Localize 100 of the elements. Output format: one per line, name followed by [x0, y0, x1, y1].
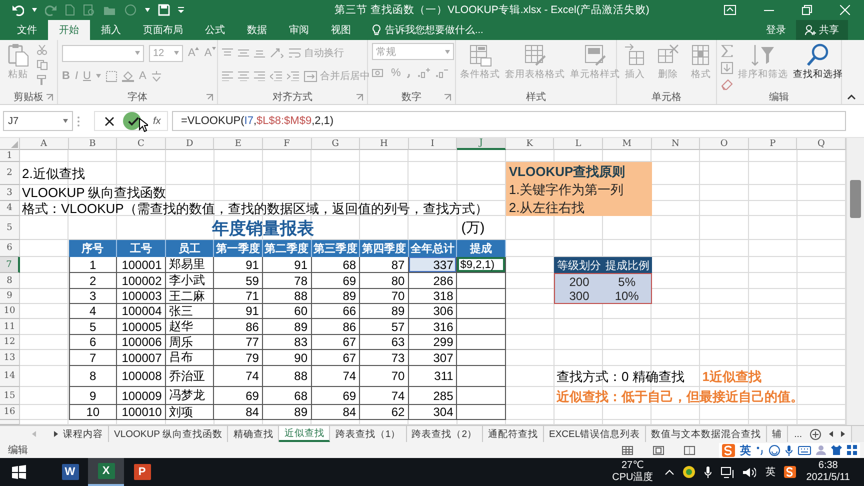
ribbon-tab[interactable]: 文件: [6, 20, 48, 40]
column-header[interactable]: Q: [797, 138, 846, 150]
ribbon-tab[interactable]: 公式: [194, 20, 236, 40]
column-header[interactable]: E: [214, 138, 263, 150]
tray-app-icon[interactable]: [683, 466, 696, 478]
taskbar-app-button[interactable]: W: [52, 458, 88, 486]
currency-icon[interactable]: [372, 68, 386, 78]
document-icon[interactable]: [65, 4, 75, 16]
scissors-icon[interactable]: [37, 45, 47, 55]
fill-bucket-icon[interactable]: [122, 70, 134, 82]
page-layout-icon[interactable]: [653, 446, 664, 454]
sigma-icon[interactable]: [721, 45, 733, 57]
volume-icon[interactable]: [743, 466, 756, 478]
column-header[interactable]: G: [312, 138, 360, 150]
emoji-icon[interactable]: [769, 444, 780, 456]
ribbon-tab[interactable]: 数据: [236, 20, 278, 40]
ime-logo-icon[interactable]: [784, 466, 796, 478]
ribbon-tab[interactable]: 视图: [320, 20, 362, 40]
column-header[interactable]: B: [68, 138, 118, 150]
column-header[interactable]: F: [262, 138, 312, 150]
dialog-launcher-icon[interactable]: [444, 94, 451, 101]
restore-icon[interactable]: [802, 5, 812, 15]
increase-indent-icon[interactable]: [287, 71, 299, 81]
fill-down-icon[interactable]: [721, 62, 733, 74]
keyboard-icon[interactable]: [798, 446, 811, 454]
insert-function-button[interactable]: fx: [153, 116, 161, 126]
customize-icon[interactable]: [178, 7, 184, 13]
folder-icon[interactable]: [103, 4, 116, 16]
column-header[interactable]: P: [748, 138, 798, 150]
align-center-icon[interactable]: [238, 71, 249, 81]
share-button[interactable]: 共享: [796, 20, 848, 40]
show-hidden-icons-icon[interactable]: [665, 469, 674, 475]
clock-time[interactable]: 6:38: [818, 460, 838, 472]
punctuation-icon[interactable]: [756, 445, 764, 455]
select-all-icon[interactable]: [11, 141, 18, 148]
row-header[interactable]: 3: [0, 185, 20, 201]
microphone-icon[interactable]: [704, 466, 712, 478]
brush-icon[interactable]: [37, 75, 47, 85]
column-header[interactable]: N: [652, 138, 700, 150]
page-break-icon[interactable]: [684, 446, 695, 454]
dialog-launcher-icon[interactable]: [46, 94, 53, 101]
cancel-icon[interactable]: [105, 116, 114, 126]
formula-field[interactable]: =VLOOKUP(I7,$L$8:$M$9,2,1): [172, 111, 846, 131]
dialog-launcher-icon[interactable]: [356, 94, 363, 101]
column-header[interactable]: H: [360, 138, 409, 150]
enter-icon[interactable]: [128, 116, 139, 126]
name-box[interactable]: J7: [3, 111, 73, 131]
caret-icon[interactable]: [135, 51, 140, 55]
redo-icon[interactable]: [45, 4, 57, 16]
text-angle-icon[interactable]: [270, 48, 284, 58]
caret-icon[interactable]: [63, 119, 68, 123]
row-header[interactable]: 9: [0, 289, 20, 304]
ribbon-tab[interactable]: 页面布局: [132, 20, 194, 40]
sheet-tab[interactable]: 近似查找: [279, 426, 330, 442]
row-header[interactable]: 14: [0, 366, 20, 387]
caret-icon[interactable]: [32, 8, 37, 12]
horizontal-scrollbar[interactable]: [851, 426, 864, 442]
row-header[interactable]: 12: [0, 335, 20, 350]
collapse-ribbon-icon[interactable]: [847, 94, 856, 100]
row-header[interactable]: 6: [0, 240, 20, 257]
clock-date[interactable]: 2021/5/11: [806, 472, 850, 484]
eraser-icon[interactable]: [721, 79, 733, 90]
row-header[interactable]: 8: [0, 273, 20, 289]
copy-icon[interactable]: [37, 60, 48, 70]
ribbon-display-icon[interactable]: [724, 5, 736, 15]
phonetic-icon[interactable]: [151, 70, 162, 82]
ribbon-button[interactable]: 查找和选择: [793, 43, 843, 80]
column-header[interactable]: A: [20, 138, 69, 150]
row-header[interactable]: 11: [0, 319, 20, 335]
align-top-icon[interactable]: [222, 48, 233, 58]
more-sheets-button[interactable]: ...: [794, 428, 802, 440]
ribbon-tab[interactable]: 开始: [48, 20, 90, 40]
scroll-right-icon[interactable]: [54, 431, 58, 437]
border-icon[interactable]: [106, 70, 117, 82]
dialog-launcher-icon[interactable]: [206, 94, 213, 101]
align-middle-icon[interactable]: [238, 48, 249, 58]
row-header[interactable]: 7: [0, 257, 20, 273]
start-button[interactable]: [12, 465, 26, 479]
user-icon[interactable]: [816, 445, 826, 455]
ribbon-tab[interactable]: 插入: [90, 20, 132, 40]
column-header[interactable]: L: [554, 138, 604, 150]
network-icon[interactable]: [721, 466, 734, 478]
normal-view-icon[interactable]: [622, 446, 633, 454]
grid-icon[interactable]: [847, 445, 857, 455]
column-header[interactable]: M: [603, 138, 652, 150]
tell-me-search[interactable]: 告诉我您想要做什么...: [372, 20, 484, 40]
scroll-right-icon[interactable]: [841, 431, 846, 437]
font-name-field[interactable]: [62, 44, 144, 62]
caret-icon[interactable]: [145, 8, 150, 12]
shirt-icon[interactable]: [831, 445, 842, 455]
row-header[interactable]: 4: [0, 201, 20, 216]
close-icon[interactable]: [840, 5, 850, 15]
column-header[interactable]: K: [506, 138, 554, 150]
taskbar-app-button[interactable]: P: [124, 458, 160, 486]
column-header[interactable]: C: [117, 138, 166, 150]
row-header[interactable]: 16: [0, 405, 20, 420]
row-header[interactable]: 1: [0, 150, 20, 162]
add-sheet-icon[interactable]: [810, 428, 822, 440]
column-header[interactable]: O: [700, 138, 749, 150]
row-header[interactable]: 10: [0, 304, 20, 319]
